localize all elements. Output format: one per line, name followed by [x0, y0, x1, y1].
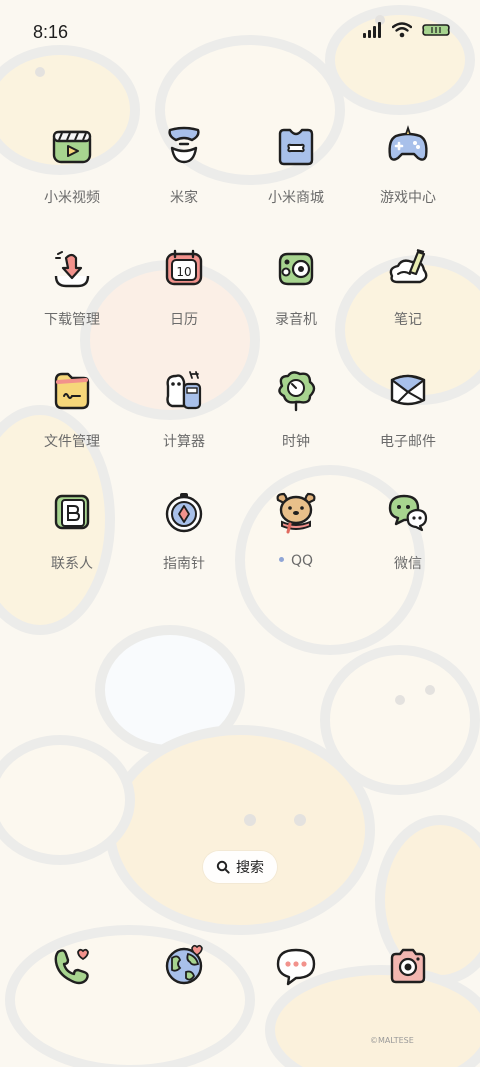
- contacts-icon: [54, 494, 90, 530]
- app-game-center[interactable]: 游戏中心: [352, 124, 464, 224]
- app-label: 米家: [170, 190, 198, 206]
- app-label: 指南针: [163, 556, 205, 572]
- app-clock[interactable]: 时钟: [240, 368, 352, 468]
- signal-icon: [363, 22, 381, 38]
- app-qq[interactable]: QQ: [240, 490, 352, 590]
- app-mi-store[interactable]: 小米商城: [240, 124, 352, 224]
- app-file-manager[interactable]: 文件管理: [16, 368, 128, 468]
- app-label: 笔记: [394, 312, 422, 328]
- app-label: 联系人: [51, 556, 93, 572]
- calculator-icon: [166, 371, 202, 410]
- app-mi-video[interactable]: 小米视频: [16, 124, 128, 224]
- phone-icon[interactable]: [50, 944, 94, 988]
- messages-icon[interactable]: [274, 944, 318, 988]
- app-label: 日历: [170, 312, 198, 328]
- app-notes[interactable]: 笔记: [352, 246, 464, 346]
- app-label: 微信: [394, 556, 422, 572]
- mail-icon: [390, 374, 426, 406]
- wifi-icon: [392, 22, 412, 38]
- app-contacts[interactable]: 联系人: [16, 490, 128, 590]
- status-bar: 8:16: [0, 0, 480, 66]
- recorder-icon: [278, 252, 314, 286]
- app-label: 游戏中心: [380, 190, 436, 206]
- notes-icon: [389, 248, 428, 284]
- app-recorder[interactable]: 录音机: [240, 246, 352, 346]
- download-icon: [54, 251, 90, 288]
- app-mijia[interactable]: 米家: [128, 124, 240, 224]
- app-label: QQ: [240, 553, 352, 569]
- gamepad-icon: [388, 125, 428, 161]
- calendar-icon: 10: [165, 249, 203, 286]
- app-label: 下载管理: [44, 312, 100, 328]
- clock-icon: [278, 371, 316, 412]
- app-calculator[interactable]: 计算器: [128, 368, 240, 468]
- app-downloads[interactable]: 下载管理: [16, 246, 128, 346]
- new-indicator-dot: [278, 556, 284, 562]
- compass-icon: [165, 493, 203, 533]
- app-label-text: QQ: [290, 553, 314, 569]
- app-label: 时钟: [282, 434, 310, 450]
- search-button[interactable]: 搜索: [203, 851, 277, 883]
- qq-dog-icon: [276, 492, 316, 534]
- app-label: 计算器: [163, 434, 205, 450]
- theme-watermark: ©MALTESE: [370, 1036, 414, 1045]
- app-compass[interactable]: 指南针: [128, 490, 240, 590]
- app-label: 录音机: [275, 312, 317, 328]
- app-label: 文件管理: [44, 434, 100, 450]
- app-label: 小米商城: [268, 190, 324, 206]
- store-bag-icon: [278, 128, 314, 166]
- app-calendar[interactable]: 10 日历: [128, 246, 240, 346]
- mijia-icon: [168, 126, 200, 164]
- video-icon: [52, 130, 92, 164]
- battery-icon: [422, 24, 450, 36]
- camera-icon[interactable]: [386, 944, 430, 988]
- browser-globe-icon[interactable]: [162, 944, 206, 988]
- wechat-icon: [388, 494, 428, 532]
- app-label: 电子邮件: [380, 434, 436, 450]
- app-email[interactable]: 电子邮件: [352, 368, 464, 468]
- clock-time: 8:16: [33, 22, 69, 42]
- folder-icon: [54, 372, 90, 410]
- status-icons: [362, 22, 450, 38]
- search-label: 搜索: [236, 860, 264, 876]
- app-wechat[interactable]: 微信: [352, 490, 464, 590]
- search-icon: [216, 860, 230, 874]
- app-label: 小米视频: [44, 190, 100, 206]
- dock: [16, 944, 464, 992]
- calendar-date: 10: [176, 265, 191, 279]
